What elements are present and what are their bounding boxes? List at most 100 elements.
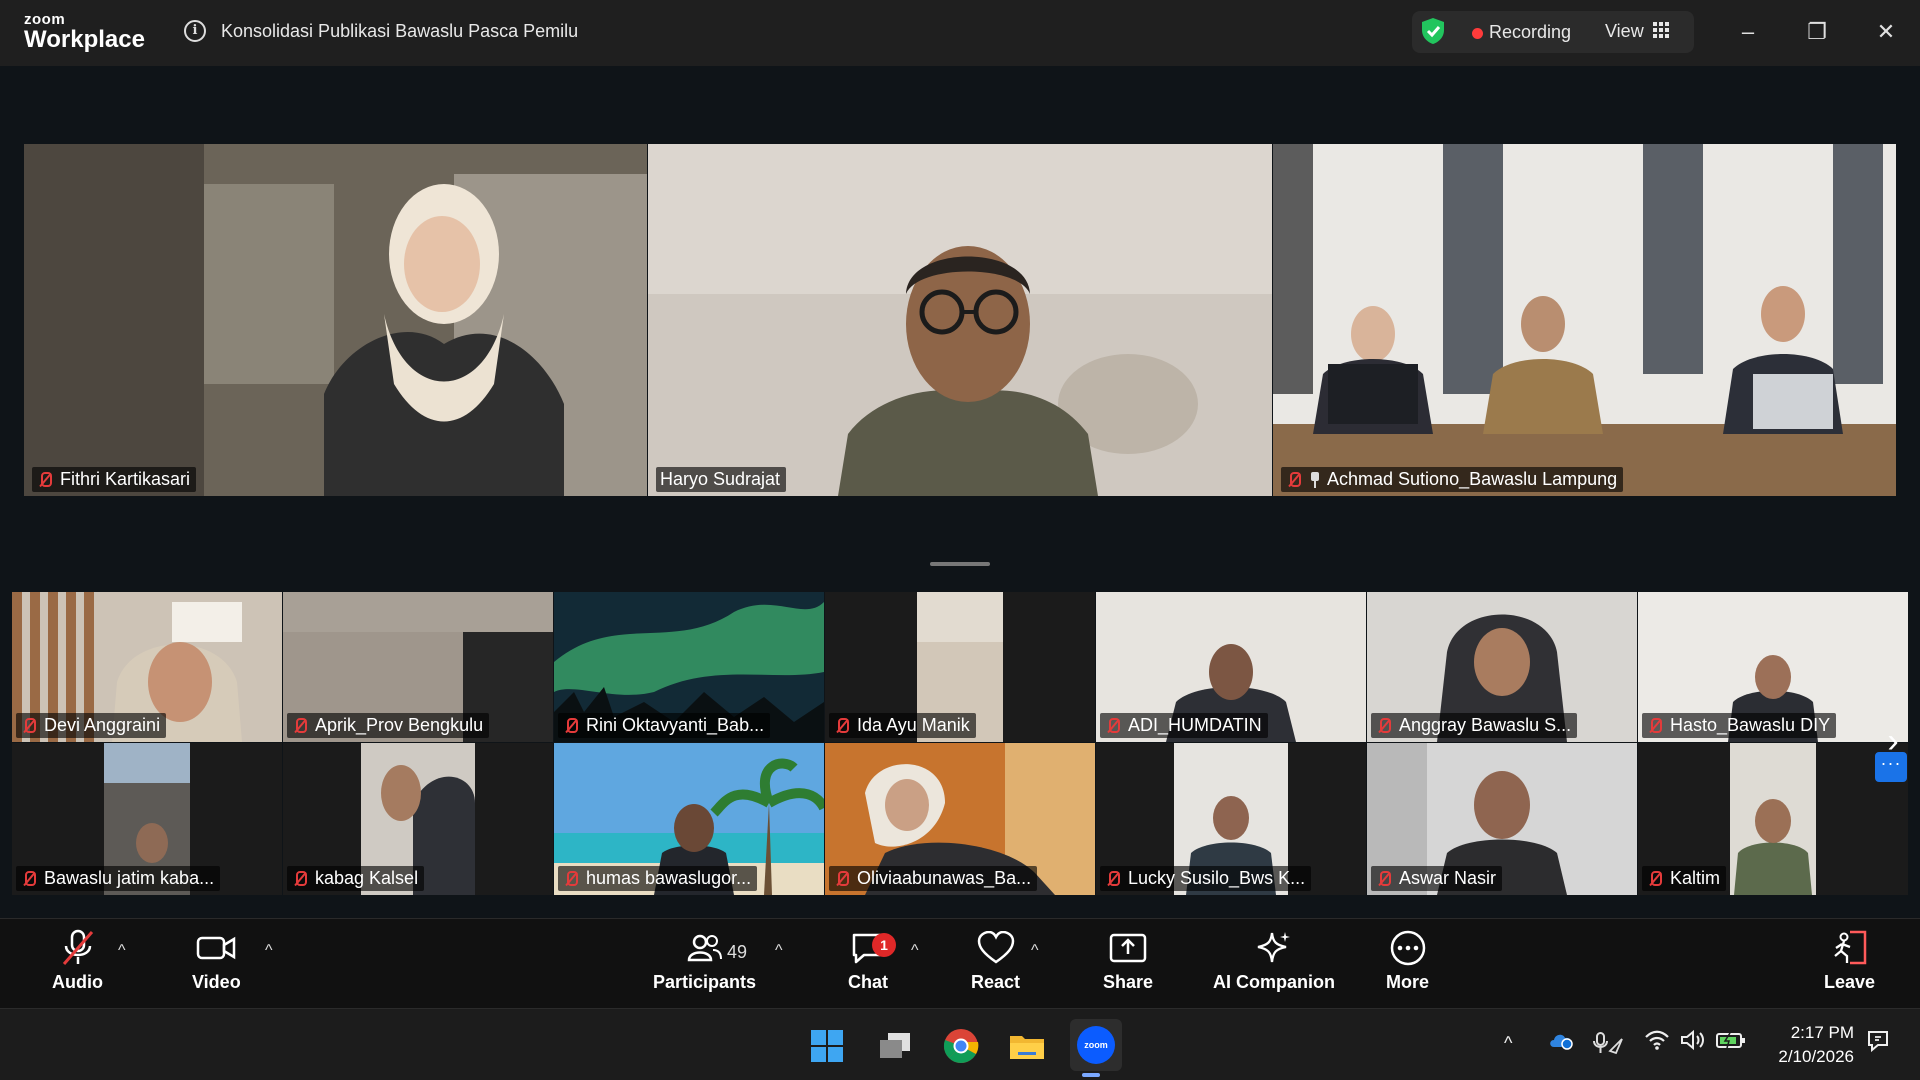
- encryption-shield-icon[interactable]: [1418, 16, 1448, 46]
- share-screen-icon: [1109, 933, 1147, 963]
- mic-muted-icon: [833, 717, 851, 735]
- more-button[interactable]: More: [1386, 926, 1429, 993]
- meeting-info-icon[interactable]: i: [184, 20, 206, 42]
- battery-charging-icon[interactable]: [1716, 1031, 1746, 1055]
- panel-resize-handle[interactable]: [930, 562, 990, 566]
- share-label: Share: [1103, 972, 1154, 992]
- mic-muted-icon: [1375, 717, 1393, 735]
- mic-muted-icon: [1104, 870, 1122, 888]
- mic-muted-icon: [291, 870, 309, 888]
- chrome-icon[interactable]: [940, 1025, 982, 1067]
- recording-dot-icon: [1472, 28, 1483, 39]
- video-button[interactable]: Video: [192, 926, 241, 993]
- participant-name: kabag Kalsel: [315, 868, 419, 888]
- mic-muted-icon: [36, 471, 54, 489]
- leave-button[interactable]: Leave: [1824, 926, 1875, 993]
- minimize-button[interactable]: –: [1728, 12, 1768, 52]
- ai-companion-label: AI Companion: [1213, 972, 1335, 992]
- restore-button[interactable]: ❐: [1797, 12, 1837, 52]
- video-tile[interactable]: Hasto_Bawaslu DIY: [1638, 592, 1908, 742]
- show-hidden-icons-chevron-icon[interactable]: ^: [1504, 1033, 1512, 1054]
- participant-name-tag: kabag Kalsel: [287, 866, 425, 891]
- participants-options-caret-icon[interactable]: ^: [775, 942, 783, 960]
- participant-name: Achmad Sutiono_Bawaslu Lampung: [1327, 469, 1618, 489]
- mic-muted-icon: [562, 870, 580, 888]
- video-tile[interactable]: Oliviaabunawas_Ba...: [825, 743, 1095, 895]
- recording-label[interactable]: Recording: [1489, 22, 1571, 43]
- video-tile-speaker-1[interactable]: Fithri Kartikasari: [24, 144, 647, 496]
- pin-icon: [1309, 471, 1321, 488]
- video-tile[interactable]: kabag Kalsel: [283, 743, 553, 895]
- participant-name-tag: Oliviaabunawas_Ba...: [829, 866, 1038, 891]
- close-button[interactable]: ✕: [1866, 12, 1906, 52]
- share-button[interactable]: Share: [1103, 926, 1153, 993]
- mic-muted-icon: [833, 870, 851, 888]
- mic-muted-icon: [1646, 717, 1664, 735]
- video-tile[interactable]: humas bawaslugor...: [554, 743, 824, 895]
- onedrive-cloud-icon[interactable]: [1548, 1029, 1574, 1057]
- participant-name-tag: Rini Oktavyanti_Bab...: [558, 713, 771, 738]
- audio-label: Audio: [52, 972, 103, 992]
- zoom-taskbar-app[interactable]: zoom: [1070, 1019, 1122, 1071]
- chat-options-caret-icon[interactable]: ^: [911, 942, 919, 960]
- volume-icon[interactable]: [1680, 1029, 1706, 1057]
- more-label: More: [1386, 972, 1430, 992]
- participant-name-tag: Anggray Bawaslu S...: [1371, 713, 1578, 738]
- task-view-icon[interactable]: [874, 1025, 916, 1067]
- participant-name: Ida Ayu Manik: [857, 715, 970, 735]
- video-tile[interactable]: Aswar Nasir: [1367, 743, 1637, 895]
- react-options-caret-icon[interactable]: ^: [1031, 942, 1039, 960]
- audio-options-caret-icon[interactable]: ^: [118, 942, 126, 960]
- video-tile[interactable]: Bawaslu jatim kaba...: [12, 743, 282, 895]
- video-tile[interactable]: Devi Anggraini: [12, 592, 282, 742]
- video-tile[interactable]: ADI_HUMDATIN: [1096, 592, 1366, 742]
- video-tile-speaker-3[interactable]: Achmad Sutiono_Bawaslu Lampung: [1273, 144, 1896, 496]
- video-options-caret-icon[interactable]: ^: [265, 942, 273, 960]
- participant-name-tag: Bawaslu jatim kaba...: [16, 866, 221, 891]
- mic-in-use-icon[interactable]: [1592, 1031, 1624, 1061]
- heart-icon: [977, 931, 1014, 964]
- participants-count: 49: [727, 942, 748, 962]
- notifications-icon[interactable]: [1866, 1029, 1890, 1059]
- mic-muted-icon: [1375, 870, 1393, 888]
- video-tile[interactable]: Lucky Susilo_Bws K...: [1096, 743, 1366, 895]
- video-tile[interactable]: Anggray Bawaslu S...: [1367, 592, 1637, 742]
- mic-muted-icon: [20, 717, 38, 735]
- file-explorer-icon[interactable]: [1006, 1025, 1048, 1067]
- video-tile[interactable]: Kaltim: [1638, 743, 1908, 895]
- react-button[interactable]: React: [971, 926, 1020, 993]
- video-tile[interactable]: Aprik_Prov Bengkulu: [283, 592, 553, 742]
- wifi-icon[interactable]: [1644, 1029, 1670, 1057]
- video-tile[interactable]: Ida Ayu Manik: [825, 592, 1095, 742]
- mic-muted-icon: [291, 717, 309, 735]
- ai-companion-button[interactable]: AI Companion: [1213, 926, 1335, 993]
- participant-name-tag: Achmad Sutiono_Bawaslu Lampung: [1281, 467, 1624, 492]
- system-clock[interactable]: 2:17 PM 2/10/2026: [1760, 1021, 1854, 1069]
- participant-name: Devi Anggraini: [44, 715, 161, 735]
- participant-name-tag: ADI_HUMDATIN: [1100, 713, 1268, 738]
- participant-name: Anggray Bawaslu S...: [1399, 715, 1572, 735]
- participant-name: Rini Oktavyanti_Bab...: [586, 715, 765, 735]
- audio-button[interactable]: Audio: [52, 926, 103, 993]
- leave-door-icon: [1833, 930, 1866, 965]
- participant-name-tag: Hasto_Bawaslu DIY: [1642, 713, 1837, 738]
- more-options-button[interactable]: ···: [1875, 752, 1907, 782]
- participant-name: Kaltim: [1670, 868, 1721, 888]
- leave-label: Leave: [1824, 972, 1876, 992]
- zoom-app-icon: zoom: [1077, 1026, 1115, 1064]
- camera-icon: [197, 936, 236, 960]
- participant-name: Fithri Kartikasari: [60, 469, 191, 489]
- gallery-grid-icon[interactable]: [1653, 22, 1669, 38]
- participant-name: Bawaslu jatim kaba...: [44, 868, 215, 888]
- view-button[interactable]: View: [1605, 21, 1644, 42]
- mic-muted-icon: [1646, 870, 1664, 888]
- video-feed: [1273, 144, 1896, 496]
- participant-name-tag: Lucky Susilo_Bws K...: [1100, 866, 1312, 891]
- video-tile[interactable]: Rini Oktavyanti_Bab...: [554, 592, 824, 742]
- chat-label: Chat: [848, 972, 888, 992]
- video-feed: [24, 144, 647, 496]
- mic-muted-icon: [62, 929, 93, 965]
- participant-name-tag: Kaltim: [1642, 866, 1727, 891]
- video-tile-active-speaker[interactable]: Haryo Sudrajat: [648, 144, 1272, 496]
- start-windows-icon[interactable]: [806, 1025, 848, 1067]
